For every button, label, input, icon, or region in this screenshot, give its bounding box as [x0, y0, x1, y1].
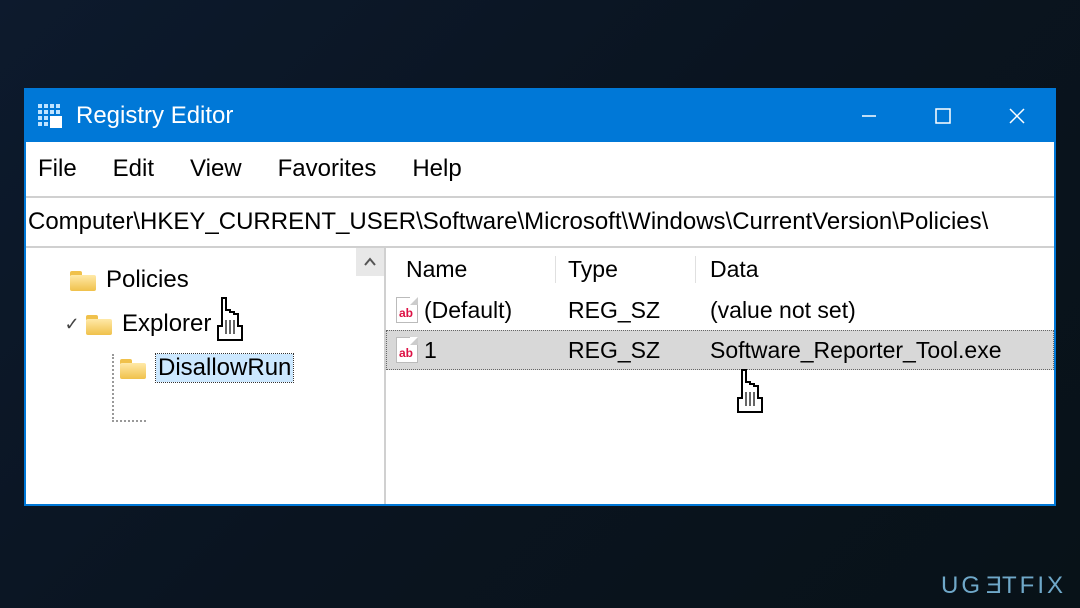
column-header-type[interactable]: Type [556, 256, 696, 283]
folder-icon [120, 357, 146, 379]
string-value-icon: ab [396, 337, 418, 363]
menu-view[interactable]: View [190, 155, 242, 183]
value-data: Software_Reporter_Tool.exe [696, 337, 1054, 364]
list-header: Name Type Data [386, 248, 1054, 290]
minimize-button[interactable] [832, 90, 906, 142]
menu-edit[interactable]: Edit [113, 155, 154, 183]
column-header-name[interactable]: Name [386, 256, 556, 283]
registry-value-row[interactable]: ab 1 REG_SZ Software_Reporter_Tool.exe [386, 330, 1054, 370]
titlebar[interactable]: Registry Editor [26, 90, 1054, 142]
menu-file[interactable]: File [38, 155, 77, 183]
menubar: File Edit View Favorites Help [26, 142, 1054, 198]
maximize-button[interactable] [906, 90, 980, 142]
scroll-up-button[interactable] [356, 248, 384, 276]
tree-item-policies[interactable]: Policies [26, 258, 384, 302]
value-data: (value not set) [696, 297, 1054, 324]
tree-pane[interactable]: Policies ✓ Explorer DisallowRun [26, 248, 386, 504]
folder-icon [70, 269, 96, 291]
tree-label: Policies [106, 266, 189, 294]
menu-help[interactable]: Help [412, 155, 461, 183]
watermark-text: UGETFIX [941, 572, 1066, 600]
close-button[interactable] [980, 90, 1054, 142]
address-bar[interactable]: Computer\HKEY_CURRENT_USER\Software\Micr… [26, 198, 1054, 248]
address-text: Computer\HKEY_CURRENT_USER\Software\Micr… [28, 208, 988, 236]
value-name: (Default) [424, 297, 512, 324]
collapse-icon[interactable]: ✓ [62, 314, 82, 335]
column-header-data[interactable]: Data [696, 256, 1054, 283]
menu-favorites[interactable]: Favorites [278, 155, 377, 183]
value-type: REG_SZ [556, 337, 696, 364]
list-pane[interactable]: Name Type Data ab (Default) REG_SZ (valu… [386, 248, 1054, 504]
tree-label: DisallowRun [156, 354, 293, 382]
window-controls [832, 90, 1054, 142]
tree-item-disallowrun[interactable]: DisallowRun [26, 346, 384, 390]
registry-editor-window: Registry Editor File Edit View Favorites… [24, 88, 1056, 506]
content-area: Policies ✓ Explorer DisallowRun Name Typ… [26, 248, 1054, 504]
registry-value-row[interactable]: ab (Default) REG_SZ (value not set) [386, 290, 1054, 330]
window-title: Registry Editor [76, 102, 233, 130]
string-value-icon: ab [396, 297, 418, 323]
tree-label: Explorer [122, 310, 211, 338]
tree-item-explorer[interactable]: ✓ Explorer [26, 302, 384, 346]
value-type: REG_SZ [556, 297, 696, 324]
regedit-app-icon [38, 104, 62, 128]
value-name: 1 [424, 337, 437, 364]
folder-icon [86, 313, 112, 335]
